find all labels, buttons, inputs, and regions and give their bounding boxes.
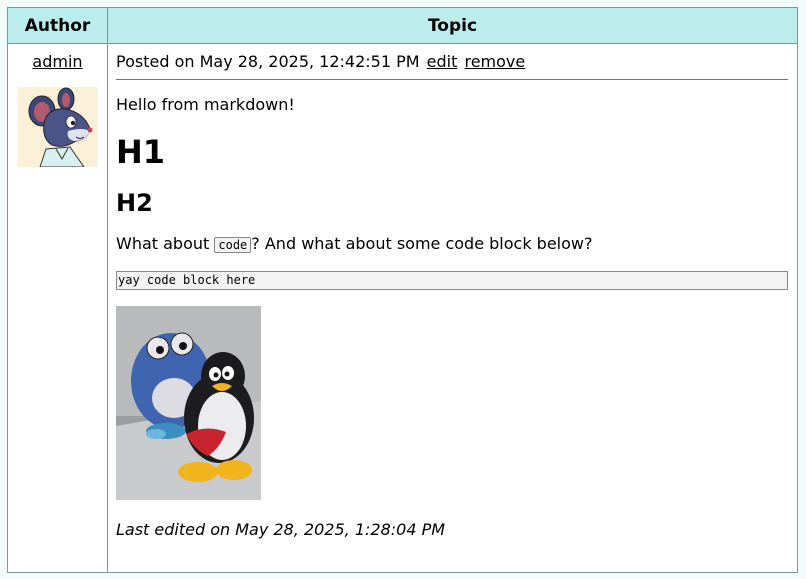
plush-toys-photo [116,306,261,500]
paragraph-text-before: What about [116,234,215,253]
last-edited-text: Last edited on May 28, 2025, 1:28:04 PM [116,520,446,539]
inline-code: code [214,237,252,253]
paragraph-text-after: ? And what about some code block below? [251,234,593,253]
post-meta: Posted on May 28, 2025, 12:42:51 PM edit… [116,52,788,80]
edit-link[interactable]: edit [427,52,458,71]
post-paragraph-code: What about code? And what about some cod… [116,234,788,255]
code-block: yay code block here [116,271,788,290]
author-link[interactable]: admin [32,52,82,71]
thread-table: Author Topic admin Posted on May 28, 202… [7,7,798,573]
author-cell: admin [7,43,108,573]
page: Author Topic admin Posted on May 28, 202… [0,0,806,579]
post-heading-2: H2 [116,189,153,217]
post-paragraph: Hello from markdown! [116,95,295,114]
mouse-avatar-icon [17,87,98,167]
topic-column-header: Topic [107,7,798,44]
remove-link[interactable]: remove [464,52,525,71]
post-row: admin Posted on May 28, 2025, 12:42:51 P… [7,43,798,573]
table-header-row: Author Topic [7,7,798,44]
posted-on-text: Posted on May 28, 2025, 12:42:51 PM [116,52,420,71]
post-heading-1: H1 [116,133,166,171]
author-column-header: Author [7,7,108,44]
post-cell: Posted on May 28, 2025, 12:42:51 PM edit… [107,43,798,573]
